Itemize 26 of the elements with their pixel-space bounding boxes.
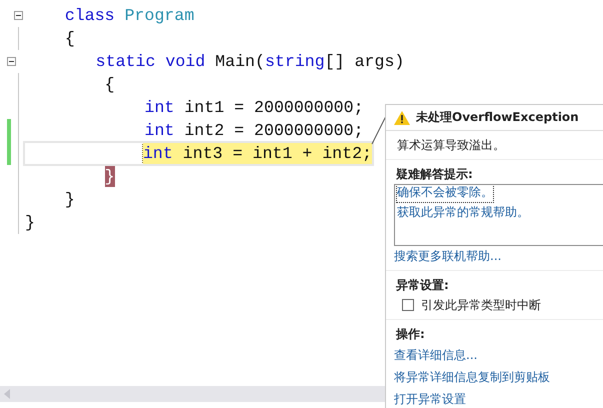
help-link[interactable]: 搜索更多联机帮助...: [394, 246, 603, 266]
leader-line: [371, 115, 387, 145]
exception-title: 未处理OverflowException: [416, 109, 579, 126]
checkbox-label: 引发此异常类型时中断: [421, 297, 541, 314]
collapse-icon[interactable]: [7, 57, 16, 66]
help-link[interactable]: 获取此异常的常规帮助。: [397, 202, 603, 222]
code-line: {: [104, 74, 115, 95]
exception-message: 算术运算导致溢出。: [397, 138, 505, 152]
code-line: int int2 = 2000000000;: [144, 120, 364, 141]
warning-icon: [394, 110, 410, 124]
code-line: {: [64, 28, 75, 49]
code-line: }: [64, 189, 75, 210]
code-line: int int1 = 2000000000;: [144, 97, 364, 118]
section-heading: 操作:: [396, 326, 426, 343]
action-link[interactable]: 将异常详细信息复制到剪贴板: [394, 366, 603, 388]
collapse-icon[interactable]: [14, 11, 23, 20]
horizontal-scrollbar[interactable]: [0, 386, 385, 402]
section-heading: 疑难解答提示:: [396, 166, 474, 183]
checkbox[interactable]: [402, 299, 414, 311]
action-link[interactable]: 打开异常设置: [394, 388, 603, 408]
code-line: }: [25, 212, 35, 233]
code-line: class Program: [64, 5, 194, 26]
section-heading: 异常设置:: [396, 277, 450, 294]
code-line: static void Main(string[] args): [96, 51, 404, 72]
action-link[interactable]: 查看详细信息...: [394, 344, 603, 366]
help-link[interactable]: 确保不会被零除。: [397, 185, 493, 202]
